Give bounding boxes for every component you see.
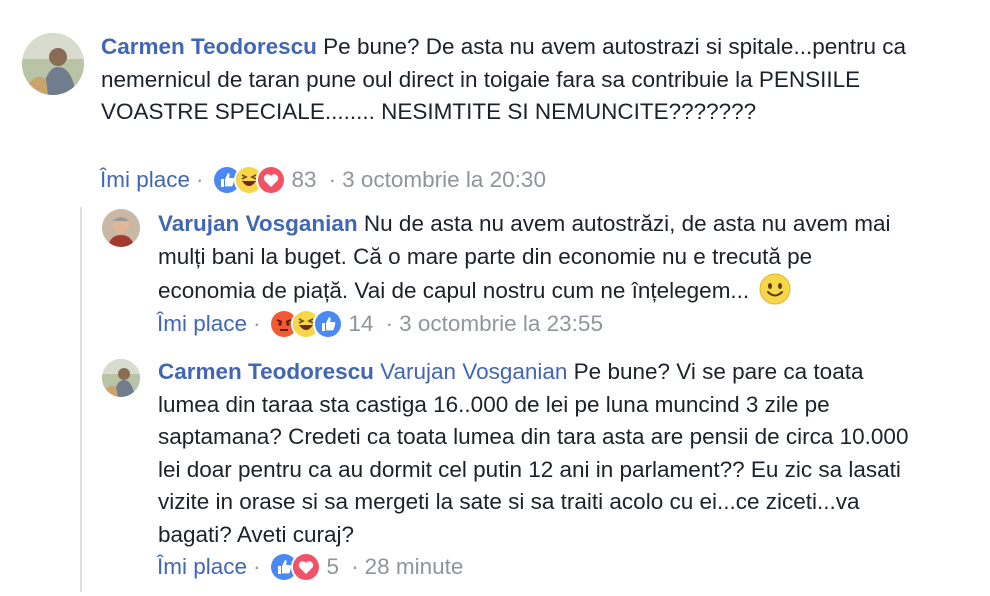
avatar-photo-icon xyxy=(102,209,140,247)
mention-link[interactable]: Varujan Vosganian xyxy=(380,359,567,384)
like-link[interactable]: Îmi place xyxy=(157,309,247,339)
smile-emoji-icon xyxy=(759,273,791,305)
comment-timestamp[interactable]: 28 minute xyxy=(365,552,464,582)
separator: · xyxy=(328,167,337,192)
separator: · xyxy=(253,311,261,336)
like-link[interactable]: Îmi place xyxy=(157,552,247,582)
like-link[interactable]: Îmi place xyxy=(100,165,190,195)
comment-author-link[interactable]: Carmen Teodorescu xyxy=(158,359,374,384)
avatar-photo-icon xyxy=(102,359,140,397)
avatar[interactable] xyxy=(22,33,84,95)
comment-timestamp[interactable]: 3 octombrie la 23:55 xyxy=(399,309,603,339)
love-reaction-icon xyxy=(290,552,321,582)
comment-author-link[interactable]: Carmen Teodorescu xyxy=(101,34,317,59)
reaction-count[interactable]: 14 xyxy=(349,309,374,339)
comment-author-link[interactable]: Varujan Vosganian xyxy=(158,211,358,236)
separator: · xyxy=(351,554,359,579)
separator: · xyxy=(385,311,394,336)
comment-text: Pe bune? Vi se pare ca toata lumea din t… xyxy=(158,359,909,547)
like-reaction-icon xyxy=(312,309,343,339)
reaction-count[interactable]: 83 xyxy=(292,165,317,195)
separator: · xyxy=(253,554,261,579)
avatar[interactable] xyxy=(102,209,140,247)
love-reaction-icon xyxy=(255,165,286,195)
reaction-count[interactable]: 5 xyxy=(327,552,340,582)
comment-timestamp[interactable]: 3 octombrie la 20:30 xyxy=(342,165,546,195)
reactions-summary[interactable] xyxy=(268,552,321,582)
reactions-summary[interactable] xyxy=(211,165,286,195)
reactions-summary[interactable] xyxy=(268,309,343,339)
avatar[interactable] xyxy=(102,359,140,397)
separator: · xyxy=(196,167,204,192)
reply-thread-line xyxy=(80,207,82,592)
avatar-photo-icon xyxy=(22,33,84,95)
